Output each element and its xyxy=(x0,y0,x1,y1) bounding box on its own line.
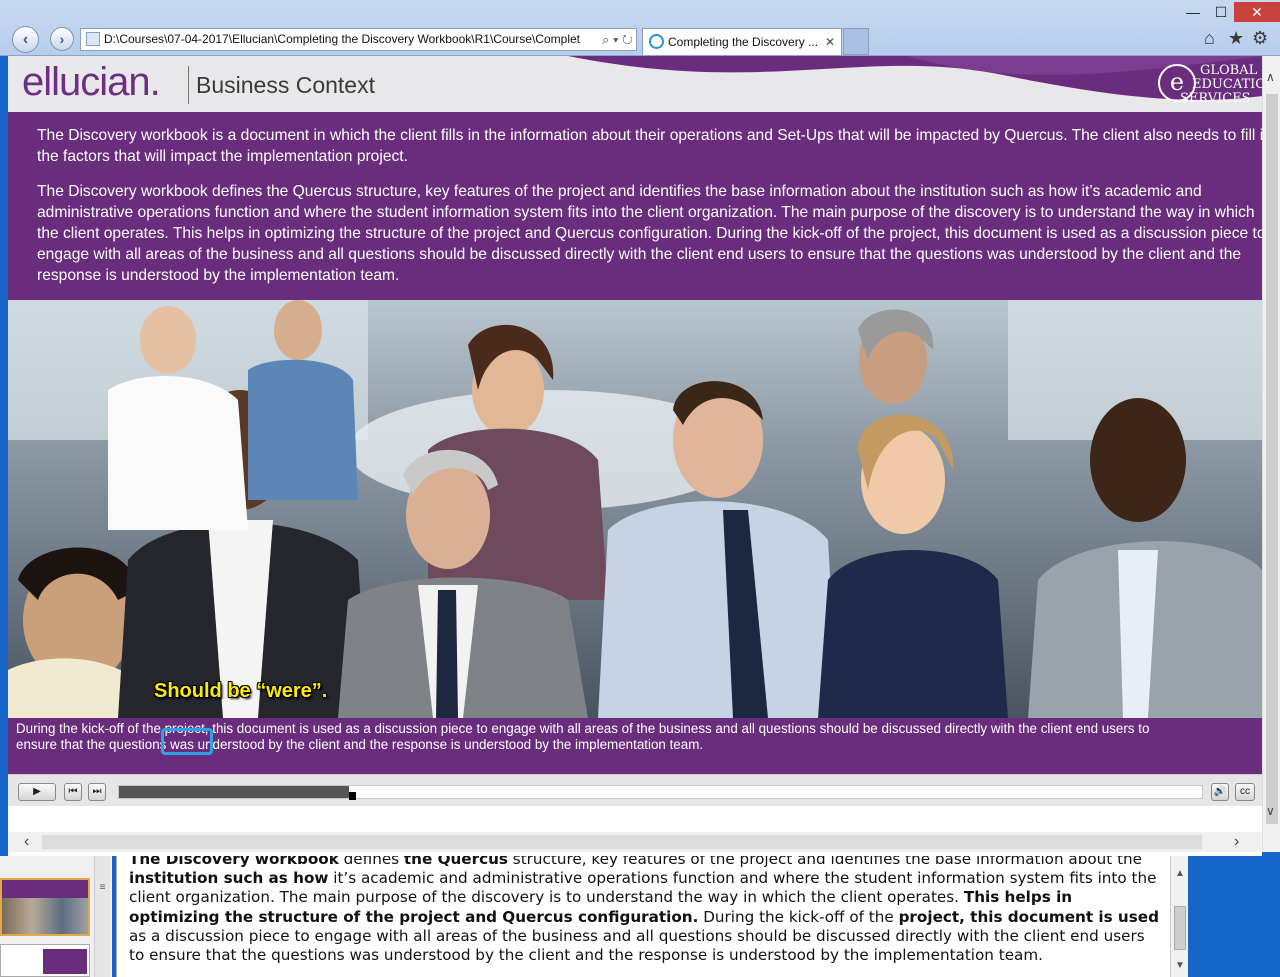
scroll-up-arrow-icon[interactable]: ∧ xyxy=(1266,70,1275,84)
maximize-button[interactable]: ☐ xyxy=(1208,2,1234,22)
tab-title: Completing the Discovery ... xyxy=(668,35,819,49)
new-tab-button[interactable] xyxy=(843,28,869,55)
ellucian-logo: ellucian. xyxy=(22,60,161,104)
ie-icon xyxy=(649,34,664,49)
course-page: ellucian. Business Context e GLOBAL EDUC… xyxy=(8,56,1262,856)
photo-people-illustration xyxy=(8,300,1262,718)
browser-toolbar: ‹ › D:\Courses\07-04-2017\Ellucian\Compl… xyxy=(0,0,1280,56)
address-text: D:\Courses\07-04-2017\Ellucian\Completin… xyxy=(104,32,580,46)
progress-fill xyxy=(119,786,349,798)
address-bar[interactable]: D:\Courses\07-04-2017\Ellucian\Completin… xyxy=(80,28,637,51)
scroll-right-arrow-icon[interactable]: › xyxy=(1234,833,1239,851)
horizontal-scroll-thumb[interactable] xyxy=(42,835,1202,849)
speaker-notes-pane[interactable]: The Discovery workbook defines the Querc… xyxy=(116,856,1170,977)
paragraph-2: The Discovery workbook defines the Querc… xyxy=(37,183,1262,284)
play-button[interactable]: ▶ xyxy=(18,783,56,801)
search-refresh-icons[interactable]: ⌕ ▾ ↻ xyxy=(602,29,633,50)
scroll-left-arrow-icon[interactable]: ‹ xyxy=(24,833,29,851)
progress-bar[interactable] xyxy=(118,785,1203,800)
notes-scrollbar[interactable]: ▲ ▼ xyxy=(1170,856,1188,977)
ges-line1: GLOBAL xyxy=(1200,63,1258,78)
header-divider xyxy=(188,66,189,104)
home-icon[interactable]: ⌂ xyxy=(1204,28,1215,49)
slide-thumbnails-panel: ≡ xyxy=(0,856,112,977)
player-controls: ▶ ⏮ ⏭ 🔊 cc xyxy=(8,774,1262,806)
global-education-services-logo: e GLOBAL EDUCATION SERVICES xyxy=(1150,58,1262,110)
business-meeting-photo xyxy=(8,300,1262,718)
notes-scroll-thumb[interactable] xyxy=(1174,906,1186,950)
presentation-editor: ≡ The Discovery workbook defines the Que… xyxy=(0,856,1280,977)
ges-line3: SERVICES xyxy=(1180,91,1251,106)
settings-gear-icon[interactable]: ⚙ xyxy=(1252,28,1268,49)
speaker-notes-text[interactable]: The Discovery workbook defines the Querc… xyxy=(129,856,1163,965)
thumbnails-scrollbar[interactable]: ≡ xyxy=(94,856,110,977)
forward-arrow-icon[interactable]: › xyxy=(50,27,74,51)
next-button[interactable]: ⏭ xyxy=(88,783,106,801)
tab-close-icon[interactable]: ✕ xyxy=(825,29,835,55)
slide-thumbnail-current[interactable] xyxy=(0,878,90,936)
close-window-button[interactable]: ✕ xyxy=(1234,2,1280,22)
progress-thumb[interactable] xyxy=(349,792,356,800)
back-arrow-icon[interactable]: ‹ xyxy=(12,26,39,53)
slide-header: ellucian. Business Context e GLOBAL EDUC… xyxy=(8,56,1262,112)
previous-button[interactable]: ⏮ xyxy=(64,783,82,801)
page-icon xyxy=(86,32,100,46)
volume-button[interactable]: 🔊 xyxy=(1211,783,1229,801)
minimize-button[interactable]: — xyxy=(1180,2,1206,22)
paragraph-1: The Discovery workbook is a document in … xyxy=(37,127,1262,165)
notes-scroll-up-icon[interactable]: ▲ xyxy=(1175,868,1185,879)
ges-line2: EDUCATION xyxy=(1192,77,1262,92)
body-text-panel: The Discovery workbook is a document in … xyxy=(8,112,1262,300)
vertical-scroll-thumb[interactable] xyxy=(1266,94,1278,824)
slide-thumbnail-next[interactable] xyxy=(0,944,90,977)
page-vertical-scrollbar[interactable]: ∧ ∨ xyxy=(1262,56,1280,852)
tab-active[interactable]: Completing the Discovery ... ✕ xyxy=(642,28,842,55)
favorites-star-icon[interactable]: ★ xyxy=(1228,28,1244,49)
review-annotation-text: Should be “were”. xyxy=(154,680,328,702)
page-horizontal-scrollbar[interactable]: ‹ › xyxy=(8,832,1262,852)
closed-caption-button[interactable]: cc xyxy=(1235,783,1255,801)
page-title: Business Context xyxy=(196,72,375,98)
notes-scroll-down-icon[interactable]: ▼ xyxy=(1175,960,1185,971)
review-annotation-highlight-box xyxy=(161,728,213,755)
scroll-down-arrow-icon[interactable]: ∨ xyxy=(1266,804,1275,818)
